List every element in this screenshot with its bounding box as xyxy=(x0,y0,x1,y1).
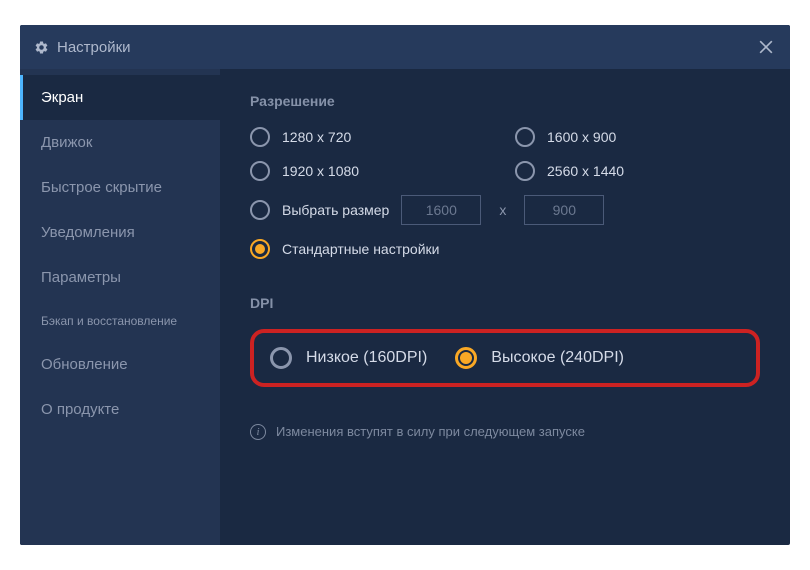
radio-icon xyxy=(250,239,270,259)
radio-label: 1600 x 900 xyxy=(547,129,616,145)
resolution-option-custom[interactable]: Выбрать размер xyxy=(250,200,389,220)
sidebar-item-backup[interactable]: Бэкап и восстановление xyxy=(20,300,220,342)
dpi-section: DPI Низкое (160DPI) Высокое (240DPI) xyxy=(250,295,760,387)
resolution-option-1600x900[interactable]: 1600 x 900 xyxy=(515,127,760,147)
titlebar-title-group: Настройки xyxy=(34,39,131,56)
dpi-highlight-box: Низкое (160DPI) Высокое (240DPI) xyxy=(250,329,760,387)
sidebar-item-about[interactable]: О продукте xyxy=(20,387,220,432)
sidebar-item-screen[interactable]: Экран xyxy=(20,75,220,120)
info-icon: i xyxy=(250,424,266,440)
radio-label: 1920 x 1080 xyxy=(282,163,359,179)
sidebar: Экран Движок Быстрое скрытие Уведомления… xyxy=(20,69,220,545)
close-icon xyxy=(756,37,776,57)
resolution-option-1280x720[interactable]: 1280 x 720 xyxy=(250,127,495,147)
sidebar-item-label: Экран xyxy=(41,89,83,106)
info-text: Изменения вступят в силу при следующем з… xyxy=(276,423,585,441)
sidebar-item-label: Бэкап и восстановление xyxy=(41,314,177,328)
radio-icon xyxy=(455,347,477,369)
sidebar-item-label: Быстрое скрытие xyxy=(41,179,162,196)
radio-label: 1280 x 720 xyxy=(282,129,351,145)
window-title: Настройки xyxy=(57,39,131,56)
window-body: Экран Движок Быстрое скрытие Уведомления… xyxy=(20,69,790,545)
radio-label: 2560 x 1440 xyxy=(547,163,624,179)
radio-label: Высокое (240DPI) xyxy=(491,349,624,367)
resolution-custom-row: Выбрать размер x xyxy=(250,195,760,225)
content-pane: Разрешение 1280 x 720 1600 x 900 1920 x … xyxy=(220,69,790,545)
dpi-option-high[interactable]: Высокое (240DPI) xyxy=(455,347,624,369)
dpi-option-low[interactable]: Низкое (160DPI) xyxy=(270,347,427,369)
sidebar-item-label: Движок xyxy=(41,134,92,151)
radio-icon xyxy=(270,347,292,369)
sidebar-item-label: Уведомления xyxy=(41,224,135,241)
resolution-option-1920x1080[interactable]: 1920 x 1080 xyxy=(250,161,495,181)
radio-label: Низкое (160DPI) xyxy=(306,349,427,367)
sidebar-item-engine[interactable]: Движок xyxy=(20,120,220,165)
radio-icon xyxy=(515,161,535,181)
sidebar-item-label: Обновление xyxy=(41,356,128,373)
sidebar-item-label: Параметры xyxy=(41,269,121,286)
radio-icon xyxy=(250,127,270,147)
custom-height-input[interactable] xyxy=(524,195,604,225)
settings-window: Настройки Экран Движок Быстрое скрытие У… xyxy=(20,25,790,545)
custom-width-input[interactable] xyxy=(401,195,481,225)
gear-icon xyxy=(34,40,49,55)
dimension-separator: x xyxy=(499,202,506,218)
sidebar-item-label: О продукте xyxy=(41,401,119,418)
resolution-default-row: Стандартные настройки xyxy=(250,239,760,259)
radio-icon xyxy=(515,127,535,147)
resolution-title: Разрешение xyxy=(250,93,760,109)
radio-label: Стандартные настройки xyxy=(282,241,439,257)
resolution-option-2560x1440[interactable]: 2560 x 1440 xyxy=(515,161,760,181)
radio-label: Выбрать размер xyxy=(282,202,389,218)
close-button[interactable] xyxy=(756,37,776,57)
info-row: i Изменения вступят в силу при следующем… xyxy=(250,423,760,441)
dpi-title: DPI xyxy=(250,295,760,311)
sidebar-item-quick-hide[interactable]: Быстрое скрытие xyxy=(20,165,220,210)
radio-icon xyxy=(250,200,270,220)
radio-icon xyxy=(250,161,270,181)
resolution-grid: 1280 x 720 1600 x 900 1920 x 1080 2560 x… xyxy=(250,127,760,181)
resolution-option-default[interactable]: Стандартные настройки xyxy=(250,239,439,259)
sidebar-item-parameters[interactable]: Параметры xyxy=(20,255,220,300)
titlebar: Настройки xyxy=(20,25,790,69)
sidebar-item-notifications[interactable]: Уведомления xyxy=(20,210,220,255)
sidebar-item-update[interactable]: Обновление xyxy=(20,342,220,387)
